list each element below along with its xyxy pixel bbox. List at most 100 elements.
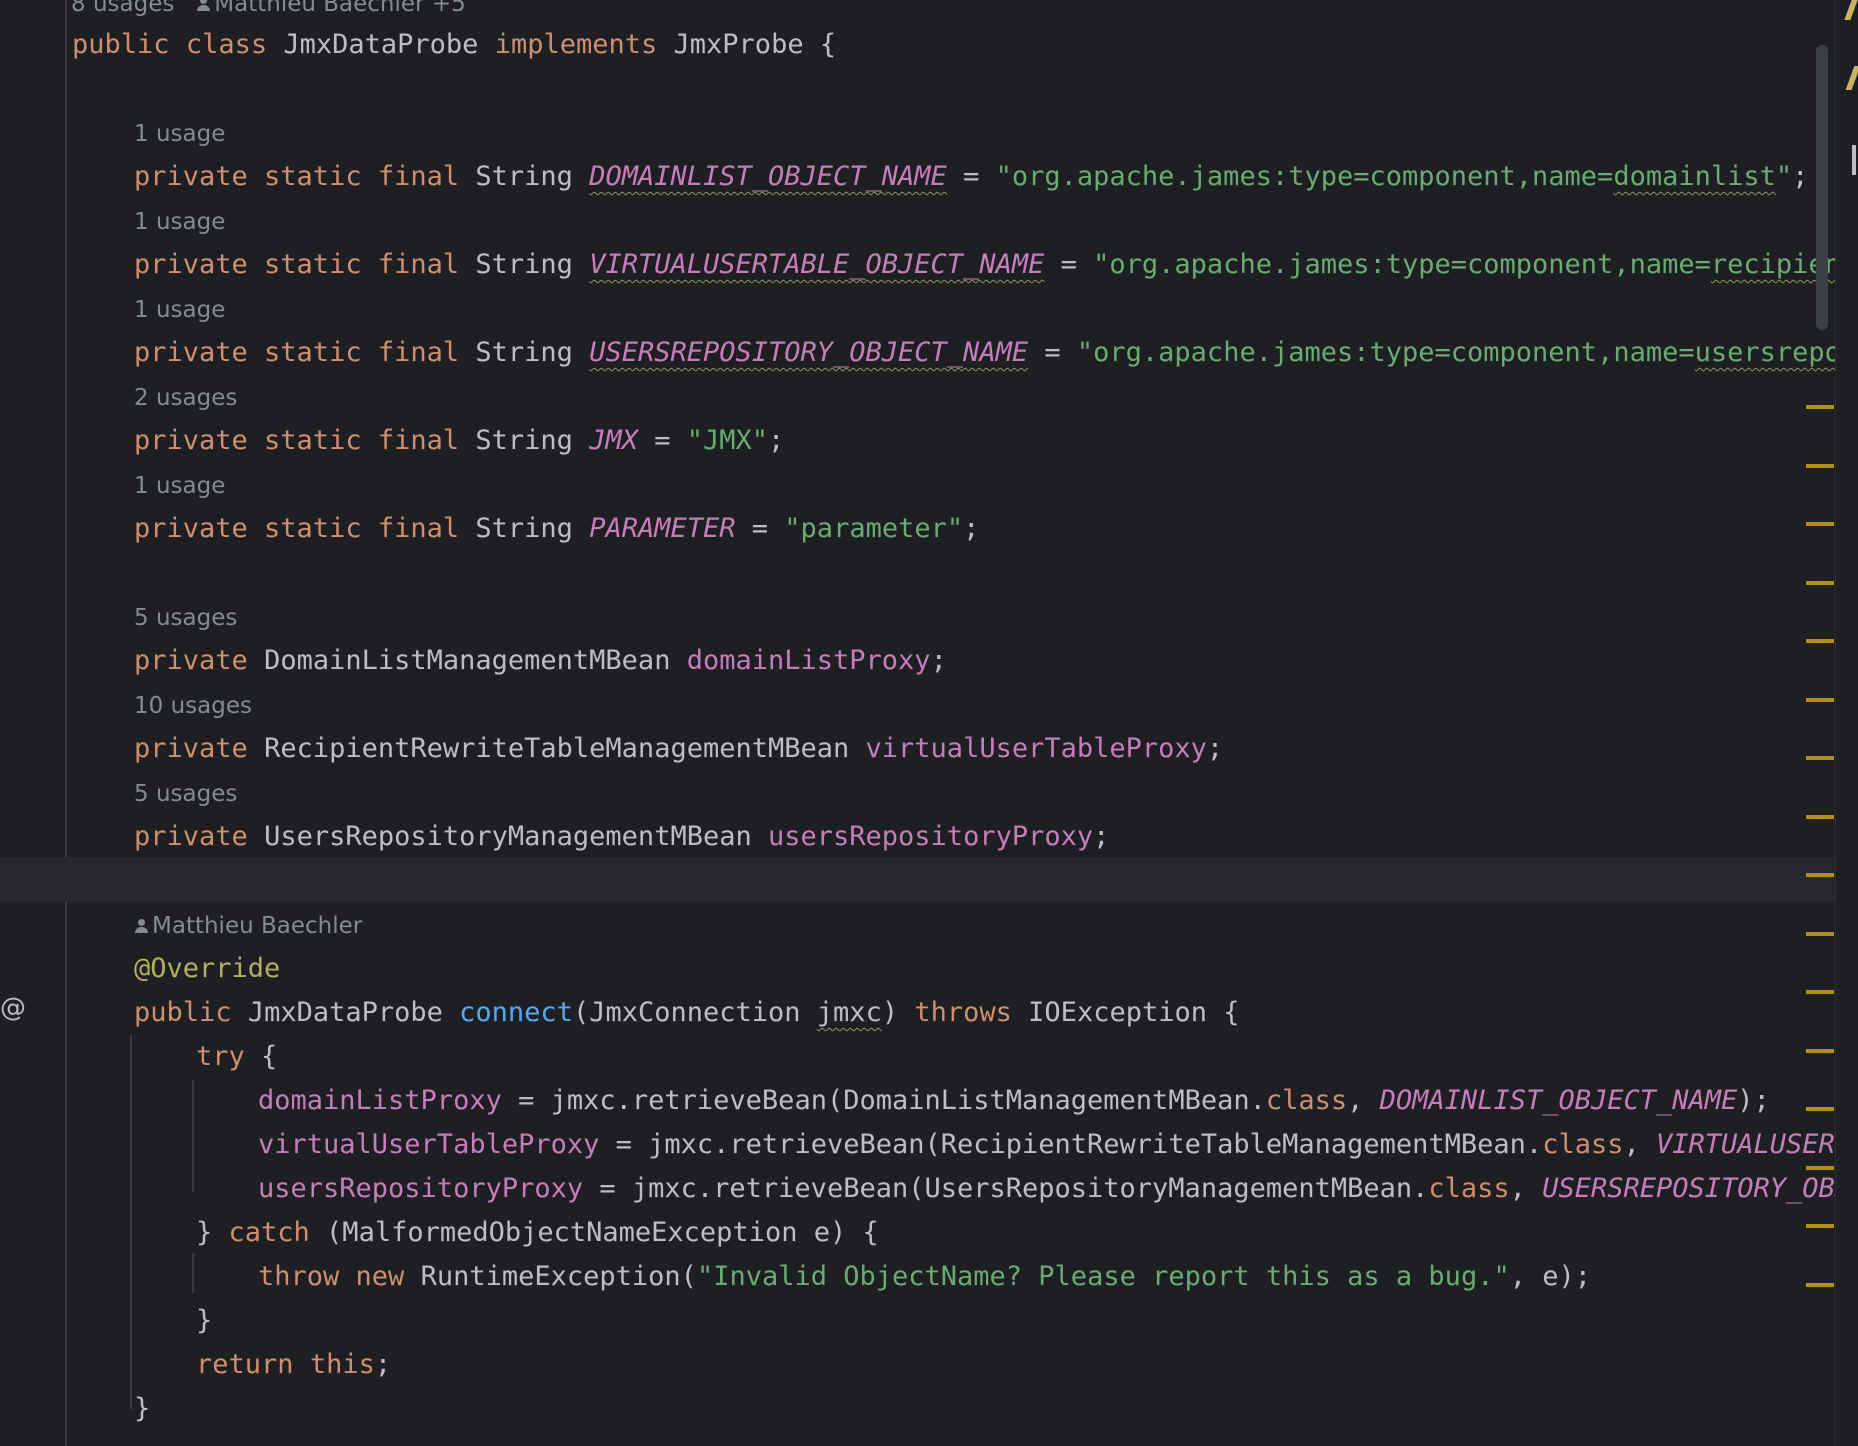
inlay-hint-usages[interactable]: 5 usages [134, 776, 237, 812]
type-name: String [475, 249, 573, 280]
class-declaration: public class JmxDataProbe implements Jmx… [72, 23, 836, 67]
warning-marker[interactable] [1806, 1283, 1834, 1287]
inlay-hint-author[interactable]: Matthieu Baechler [134, 908, 362, 944]
keyword-new: new [355, 1261, 405, 1292]
string-part-typo: domainlist [1613, 161, 1776, 192]
string-part: "org.apache.james:type=component,name= [995, 161, 1614, 192]
field-name[interactable]: virtualUserTableProxy [866, 733, 1207, 764]
method-call: = jmxc.retrieveBean(UsersRepositoryManag… [583, 1173, 1429, 1204]
field-name[interactable]: usersRepositoryProxy [768, 821, 1093, 852]
warning-marker[interactable] [1806, 932, 1834, 936]
constant-ref[interactable]: USERSREPOSITORY_OBJECT [1542, 1173, 1858, 1204]
inlay-hint-class-usages[interactable]: 8 usages Matthieu Baechler +5 [71, 0, 466, 22]
catch-params: (MalformedObjectNameException e) { [309, 1217, 879, 1248]
inlay-hint-usages[interactable]: 1 usage [134, 116, 225, 152]
constant-name[interactable]: USERSREPOSITORY_OBJECT_NAME [589, 337, 1028, 368]
semicolon: ; [374, 1349, 392, 1380]
string-literal: "org.apache.james:type=component,name=re… [1093, 249, 1858, 280]
keyword-class: class [1542, 1129, 1624, 1160]
warning-marker[interactable] [1806, 1166, 1834, 1170]
brace: } [134, 1393, 151, 1424]
operator: = [751, 513, 769, 544]
warning-marker[interactable] [1806, 581, 1834, 585]
inlay-hint-usages[interactable]: 1 usage [134, 204, 225, 240]
method-close-line: } [134, 1387, 150, 1431]
line-gutter[interactable] [0, 0, 67, 1446]
warning-marker[interactable] [1806, 522, 1834, 526]
constructor-call[interactable]: RuntimeException( [404, 1261, 697, 1292]
proxy-field-declaration: private RecipientRewriteTableManagementM… [134, 727, 1223, 771]
constant-ref[interactable]: DOMAINLIST_OBJECT_NAME [1380, 1085, 1738, 1116]
inlay-hint-usages[interactable]: 1 usage [134, 468, 225, 504]
constant-name[interactable]: PARAMETER [589, 513, 735, 544]
constant-name[interactable]: VIRTUALUSERTABLE_OBJECT_NAME [589, 249, 1044, 280]
warning-marker[interactable] [1806, 990, 1834, 994]
field-ref[interactable]: virtualUserTableProxy [258, 1129, 599, 1160]
warning-marker[interactable] [1806, 873, 1834, 877]
current-line-highlight [0, 857, 1835, 902]
catch-line: } catch (MalformedObjectNameException e)… [196, 1211, 879, 1255]
brace: { [819, 29, 837, 60]
semicolon: ; [1206, 733, 1224, 764]
scrollbar-thumb[interactable] [1816, 45, 1828, 330]
keyword-throws: throws [914, 997, 1012, 1028]
field-ref[interactable]: domainListProxy [258, 1085, 502, 1116]
modifier: private [134, 645, 248, 676]
constant-ref[interactable]: VIRTUALUSERTABL [1656, 1129, 1858, 1160]
semicolon: ; [768, 425, 785, 456]
usages-count[interactable]: 8 usages [71, 0, 174, 17]
method-signature: public JmxDataProbe connect(JmxConnectio… [134, 991, 1240, 1035]
warning-marker[interactable] [1806, 1107, 1834, 1111]
warning-marker[interactable] [1806, 464, 1834, 468]
warning-marker[interactable] [1806, 756, 1834, 760]
exception-type[interactable]: IOException { [1028, 997, 1239, 1028]
constant-name[interactable]: DOMAINLIST_OBJECT_NAME [589, 161, 947, 192]
field-ref[interactable]: usersRepositoryProxy [258, 1173, 583, 1204]
field-name[interactable]: domainListProxy [687, 645, 931, 676]
warning-marker[interactable] [1806, 815, 1834, 819]
inlay-hint-usages[interactable]: 5 usages [134, 600, 237, 636]
string-literal: "parameter" [784, 513, 964, 544]
warning-marker[interactable] [1806, 1224, 1834, 1228]
return-type[interactable]: JmxDataProbe [248, 997, 443, 1028]
scrollbar-track[interactable] [1835, 0, 1858, 1446]
warning-marker[interactable] [1806, 639, 1834, 643]
warning-marker[interactable] [1806, 405, 1834, 409]
class-name[interactable]: JmxDataProbe [283, 29, 478, 60]
implementing-method-at-icon[interactable]: @ [0, 993, 26, 1023]
warning-marker[interactable] [1806, 1049, 1834, 1053]
warning-marker[interactable] [1806, 698, 1834, 702]
modifiers: private static final [134, 337, 460, 368]
comma: , [1347, 1085, 1380, 1116]
author-hint[interactable]: Matthieu Baechler +5 [214, 0, 465, 17]
inlay-hint-usages[interactable]: 2 usages [134, 380, 237, 416]
method-name[interactable]: connect [459, 997, 573, 1028]
modifiers: private static final [134, 425, 460, 456]
inlay-hint-usages[interactable]: 10 usages [134, 688, 252, 724]
code-editor[interactable]: @ 8 usages Matthieu Baechler +5 public c… [0, 0, 1858, 1446]
interface-name[interactable]: JmxProbe [674, 29, 804, 60]
parameter-name[interactable]: jmxc [817, 997, 882, 1028]
side-panel-icon[interactable] [1852, 145, 1856, 175]
inlay-hint-usages[interactable]: 1 usage [134, 292, 225, 328]
string-literal: "org.apache.james:type=component,name=do… [996, 161, 1793, 192]
constant-name[interactable]: JMX [589, 425, 638, 456]
type-name[interactable]: DomainListManagementMBean [264, 645, 670, 676]
modifiers: private static final [134, 513, 460, 544]
assignment-line: domainListProxy = jmxc.retrieveBean(Doma… [258, 1079, 1770, 1123]
semicolon: ; [1093, 821, 1110, 852]
type-name: String [475, 513, 573, 544]
type-name: String [475, 337, 573, 368]
field-declaration: private static final String DOMAINLIST_O… [134, 155, 1808, 199]
type-name[interactable]: RecipientRewriteTableManagementMBean [264, 733, 849, 764]
type-name: String [475, 425, 573, 456]
string-part-typo: usersreposito [1694, 337, 1858, 368]
keyword-class: class [1265, 1085, 1348, 1116]
string-literal: "Invalid ObjectName? Please report this … [696, 1261, 1510, 1292]
keyword-implements: implements [494, 29, 658, 60]
method-call: = jmxc.retrieveBean(RecipientRewriteTabl… [599, 1129, 1543, 1160]
type-name[interactable]: UsersRepositoryManagementMBean [264, 821, 752, 852]
operator: = [963, 161, 980, 192]
keyword-class: class [185, 29, 268, 60]
author-name[interactable]: Matthieu Baechler [152, 913, 362, 939]
